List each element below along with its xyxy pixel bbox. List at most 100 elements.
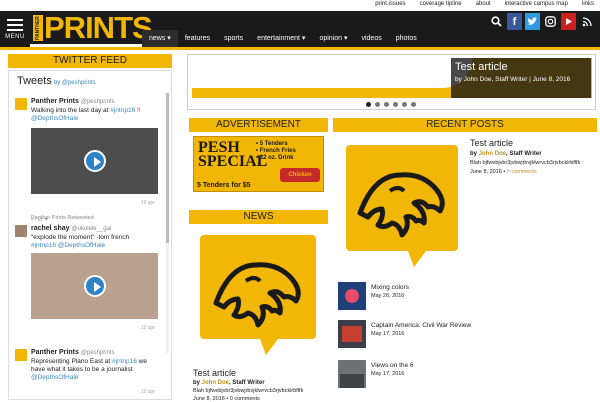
top-link-about[interactable]: about <box>476 1 491 7</box>
byline-role: , Staff Writer <box>229 380 265 386</box>
tweet-time[interactable]: 19 apr <box>141 200 155 206</box>
rss-icon[interactable] <box>579 13 594 30</box>
nav-features[interactable]: features <box>178 30 217 47</box>
youtube-icon[interactable] <box>561 13 576 30</box>
list-item[interactable]: Views on the 6 May 17, 2016 <box>338 360 578 388</box>
hamburger-icon <box>7 19 23 31</box>
tweet-hashtag[interactable]: #jntnp16 <box>112 358 137 365</box>
tweets-label: Tweets <box>17 75 52 87</box>
comments-link[interactable]: 0 comments <box>507 169 537 175</box>
tweet-author[interactable]: Panther Prints @peshprints <box>31 98 115 105</box>
logo-main-text: PRINTS <box>44 10 153 45</box>
advertisement-banner[interactable]: PESH SPECIAL • 5 Tenders • French Fries … <box>193 136 324 192</box>
list-item[interactable]: Mixing colors May 26, 2016 <box>338 282 578 310</box>
play-icon[interactable] <box>83 150 106 172</box>
top-link-coverage-tipline[interactable]: coverage tipline <box>420 1 462 7</box>
byline-prefix: by <box>470 151 479 157</box>
tweet[interactable]: Panther Prints @peshprints Representing … <box>15 349 163 399</box>
ad-item: • French Fries <box>256 148 296 154</box>
slide-caption[interactable]: Test article by John Doe, Staff Writer |… <box>451 58 591 98</box>
search-icon[interactable] <box>489 13 504 30</box>
top-link-links[interactable]: links <box>582 1 594 7</box>
nav-divider <box>0 47 600 50</box>
twitter-feed-header: TWITTER FEED <box>8 54 172 68</box>
news-author-link[interactable]: John Doe <box>202 380 229 386</box>
post-thumbnail[interactable] <box>338 282 366 310</box>
list-item[interactable]: Captain America: Civil War Review May 17… <box>338 320 578 348</box>
advertisement-header: ADVERTISEMENT <box>189 118 328 132</box>
nav-opinion[interactable]: opinion ▾ <box>312 30 354 47</box>
slider-dot[interactable] <box>393 102 398 107</box>
top-links: print issues coverage tipline about inte… <box>375 1 594 7</box>
recent-author-link[interactable]: John Doe <box>479 151 506 157</box>
tweets-by-link[interactable]: by @peshprints <box>54 80 96 86</box>
nav-photos[interactable]: photos <box>389 30 424 47</box>
nav-news[interactable]: news ▾ <box>142 30 178 47</box>
twitter-icon[interactable] <box>525 13 540 30</box>
top-link-print-issues[interactable]: print issues <box>375 1 405 7</box>
menu-button[interactable]: MENU <box>0 11 30 47</box>
logo-side-text: PANTHER <box>33 15 43 41</box>
tweet[interactable]: Panther Prints Retweeted rachel shay @uk… <box>15 215 163 331</box>
post-thumbnail[interactable] <box>338 360 366 388</box>
post-title[interactable]: Mixing colors <box>371 284 409 291</box>
site-logo[interactable]: PANTHER PRINTS <box>33 10 153 45</box>
tweet-author-name: Panther Prints <box>31 349 79 356</box>
tweet[interactable]: Panther Prints @peshprints Walking into … <box>15 98 163 223</box>
nav-sports[interactable]: sports <box>217 30 250 47</box>
tweet-text-part: ‼ <box>135 107 141 114</box>
twitter-scrollbar[interactable] <box>166 93 169 353</box>
tweet-hashtag[interactable]: #jntnp16 <box>110 107 135 114</box>
post-title[interactable]: Views on the 6 <box>371 362 414 369</box>
tweet-video[interactable] <box>31 128 158 194</box>
tweet-mention[interactable]: @DepthsOfHale <box>31 374 78 381</box>
news-article-title[interactable]: Test article <box>193 368 236 378</box>
slider-dot[interactable] <box>411 102 416 107</box>
news-byline: by John Doe, Staff Writer <box>193 380 265 386</box>
slider-dot[interactable] <box>375 102 380 107</box>
tweet-text-part: Walking into the last day at <box>31 107 111 114</box>
avatar[interactable] <box>15 349 27 361</box>
ad-item: • 5 Tenders <box>256 141 288 147</box>
main-nav: news ▾ features sports entertainment ▾ o… <box>142 30 600 47</box>
tweet-mention[interactable]: #jntnp16 @DepthsOfHale <box>31 242 105 249</box>
tweet-author[interactable]: rachel shay @ukulele__gal <box>31 225 111 232</box>
avatar[interactable] <box>15 98 27 110</box>
news-date: June 8, 2016 • 0 comments <box>193 396 260 402</box>
ad-items: • 5 Tenders • French Fries • 32 oz. Drin… <box>256 141 296 162</box>
ad-footer: 5 Tenders for $5 <box>197 182 251 189</box>
tweet-handle: @peshprints <box>80 99 115 105</box>
slider-dot[interactable] <box>402 102 407 107</box>
recent-featured-excerpt: Blah bjfwebjvbr3jvbwjrbvjklwrvcb3rjvbckl… <box>470 160 581 166</box>
slider-dot[interactable] <box>384 102 389 107</box>
recent-featured-title[interactable]: Test article <box>470 138 513 148</box>
tweet-text: "explode the moment" -tom french #jntnp1… <box>31 234 161 250</box>
tweet-handle: @ukulele__gal <box>71 226 112 232</box>
tweet-time[interactable]: 19 apr <box>141 325 155 331</box>
tweet-text: Representing Plano East at #jntnp16 we h… <box>31 358 161 382</box>
tweet-mention[interactable]: @DepthsOfHale <box>31 115 78 122</box>
tweet-time[interactable]: 19 apr <box>141 389 155 395</box>
slide-title[interactable]: Test article <box>455 61 587 73</box>
byline-role: , Staff Writer <box>506 151 542 157</box>
ad-item: • 32 oz. Drink <box>256 155 294 161</box>
tweet-video[interactable] <box>31 253 158 319</box>
recent-posts-header: RECENT POSTS <box>333 118 597 132</box>
nav-entertainment[interactable]: entertainment ▾ <box>250 30 312 47</box>
top-link-campus-map[interactable]: interactive campus map <box>505 1 568 7</box>
tweet-author[interactable]: Panther Prints @peshprints <box>31 349 115 356</box>
slider-dot[interactable] <box>366 102 371 107</box>
avatar[interactable] <box>15 225 27 237</box>
panther-logo-image[interactable] <box>346 145 458 269</box>
retweet-label: Panther Prints Retweeted <box>31 215 94 221</box>
facebook-icon[interactable]: f <box>507 13 522 30</box>
instagram-icon[interactable] <box>543 13 558 30</box>
twitter-scroll-thumb[interactable] <box>166 93 169 243</box>
post-title[interactable]: Captain America: Civil War Review <box>371 322 471 329</box>
panther-logo-image[interactable] <box>200 235 316 355</box>
play-icon[interactable] <box>83 275 106 297</box>
ad-badge: Chicken EXPRESS <box>280 168 320 192</box>
nav-videos[interactable]: videos <box>354 30 388 47</box>
tweets-title: Tweets by @peshprints <box>17 75 96 87</box>
post-thumbnail[interactable] <box>338 320 366 348</box>
